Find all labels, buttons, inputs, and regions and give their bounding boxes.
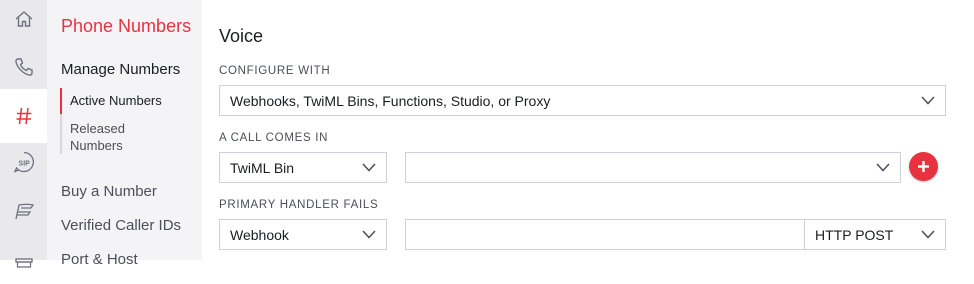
archive-icon[interactable] (0, 230, 47, 284)
configure-with-select[interactable]: Webhooks, TwiML Bins, Functions, Studio,… (219, 85, 946, 116)
phone-numbers-nav: Phone Numbers Manage Numbers Active Numb… (47, 0, 202, 268)
configure-with-value: Webhooks, TwiML Bins, Functions, Studio,… (230, 93, 551, 109)
nav-active-numbers[interactable]: Active Numbers (60, 88, 192, 114)
fail-method-value: HTTP POST (815, 227, 894, 243)
phone-icon[interactable] (0, 40, 47, 94)
manage-numbers-submenu: Active Numbers Released Numbers (60, 88, 192, 154)
add-twiml-bin-button[interactable] (909, 152, 938, 181)
icon-rail: SIP (0, 0, 47, 268)
twiml-bin-select[interactable] (405, 152, 901, 183)
fail-method-select[interactable]: HTTP POST (804, 219, 946, 250)
call-type-value: TwiML Bin (230, 160, 295, 176)
nav-released-numbers[interactable]: Released Numbers (62, 120, 142, 154)
call-type-select[interactable]: TwiML Bin (219, 152, 387, 183)
chevron-down-icon (362, 163, 376, 172)
call-comes-in-label: A CALL COMES IN (219, 132, 329, 144)
primary-handler-fails-label: PRIMARY HANDLER FAILS (219, 199, 379, 211)
nav-buy-a-number[interactable]: Buy a Number (61, 183, 157, 200)
chevron-down-icon (921, 230, 935, 239)
chevron-down-icon (921, 96, 935, 105)
sip-icon-text: SIP (18, 160, 30, 167)
sip-icon[interactable]: SIP (0, 135, 47, 189)
nav-verified-caller-ids[interactable]: Verified Caller IDs (61, 217, 181, 234)
nav-title: Phone Numbers (61, 16, 192, 36)
fail-type-value: Webhook (230, 227, 289, 243)
configure-with-label: CONFIGURE WITH (219, 65, 331, 77)
chevron-down-icon (876, 163, 890, 172)
plus-icon (918, 161, 929, 172)
voice-heading: Voice (219, 26, 264, 46)
chevron-down-icon (362, 230, 376, 239)
fail-type-select[interactable]: Webhook (219, 219, 387, 250)
nav-manage-numbers[interactable]: Manage Numbers (61, 61, 180, 78)
fail-url-input[interactable] (405, 219, 805, 250)
